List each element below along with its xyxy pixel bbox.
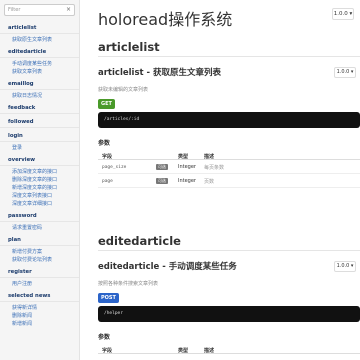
nav-item[interactable]: 删除深度文章的接口: [0, 176, 79, 184]
filter-placeholder: Filter: [8, 7, 21, 13]
col-type: 类型: [178, 348, 189, 354]
section-title-articlelist: articlelist: [98, 40, 160, 54]
field-type: Integer: [178, 164, 196, 170]
nav-group: password 请求重置密码: [0, 210, 79, 232]
clear-icon[interactable]: ×: [66, 5, 71, 15]
nav-item[interactable]: 登录: [0, 144, 79, 152]
nav-item[interactable]: 新增付费方案: [0, 248, 79, 256]
nav-group: login 登录: [0, 130, 79, 152]
nav-group: articlelist 获取原生文章列表: [0, 22, 79, 44]
version-select[interactable]: 1.0.0 ▾: [332, 8, 354, 20]
nav-group: editedarticle 手动调度某些任务 获取文章列表: [0, 46, 79, 76]
nav-item[interactable]: 获得新详情: [0, 304, 79, 312]
api-title: articlelist - 获取原生文章列表: [98, 68, 222, 78]
field-desc: 每页条数: [204, 165, 225, 171]
table-header: 字段 类型 描述: [98, 150, 360, 160]
filter-input[interactable]: Filter ×: [4, 4, 75, 16]
params-table: 字段 类型 描述: [98, 344, 360, 354]
col-desc: 描述: [204, 154, 215, 160]
nav-item[interactable]: 新增深度文章的接口: [0, 184, 79, 192]
nav-item[interactable]: 获取日志情况: [0, 92, 79, 100]
nav-group-feedback[interactable]: feedback: [0, 102, 79, 114]
nav-group: plan 新增付费方案 获取付费论坛列表: [0, 234, 79, 264]
params-label: 参数: [98, 140, 111, 147]
nav-group-followed[interactable]: followed: [0, 116, 79, 128]
nav-item[interactable]: 获取文章列表: [0, 68, 79, 76]
api-description: 获取未编辑的文章列表: [98, 87, 149, 93]
field-name: page: [102, 179, 113, 184]
nav-item[interactable]: 删除新闻: [0, 312, 79, 320]
nav-group-password[interactable]: password: [0, 210, 79, 222]
method-badge: POST: [98, 293, 119, 303]
nav-group-selected-news[interactable]: selected news: [0, 290, 79, 302]
col-type: 类型: [178, 154, 189, 160]
nav-item[interactable]: 深度文章列表接口: [0, 192, 79, 200]
nav-group-plan[interactable]: plan: [0, 234, 79, 246]
col-field: 字段: [102, 154, 113, 160]
field-type: Integer: [178, 178, 196, 184]
nav-group-articlelist[interactable]: articlelist: [0, 22, 79, 34]
nav-item[interactable]: 获取原生文章列表: [0, 36, 79, 44]
api-title: editedarticle - 手动调度某些任务: [98, 262, 237, 272]
nav-group-emaillog[interactable]: emaillog: [0, 78, 79, 90]
divider: [98, 250, 360, 251]
endpoint-url: /articles/:id: [98, 112, 360, 128]
main-content: holoread操作系统 1.0.0 ▾ articlelist article…: [80, 0, 360, 360]
params-table: 字段 类型 描述 page_size 可选 Integer 每页条数 page …: [98, 150, 360, 188]
nav-item[interactable]: 新增新闻: [0, 320, 79, 328]
api-version-select[interactable]: 1.0.0 ▾: [334, 261, 356, 272]
divider: [98, 56, 360, 57]
field-desc: 页数: [204, 179, 215, 185]
nav-group-login[interactable]: login: [0, 130, 79, 142]
nav-item[interactable]: 深度文章详细接口: [0, 200, 79, 208]
nav-group: followed: [0, 116, 79, 128]
nav-group: selected news 获得新详情 删除新闻 新增新闻: [0, 290, 79, 328]
col-field: 字段: [102, 348, 113, 354]
nav-group: emaillog 获取日志情况: [0, 78, 79, 100]
optional-badge: 可选: [156, 178, 168, 184]
nav-group-register[interactable]: register: [0, 266, 79, 278]
section-title-editedarticle: editedarticle: [98, 234, 181, 248]
col-desc: 描述: [204, 348, 215, 354]
nav-group-overview[interactable]: overview: [0, 154, 79, 166]
api-description: 按照各种条件搜索文章列表: [98, 281, 159, 287]
nav-item[interactable]: 手动调度某些任务: [0, 60, 79, 68]
table-header: 字段 类型 描述: [98, 344, 360, 354]
field-name: page_size: [102, 165, 127, 170]
api-version-select[interactable]: 1.0.0 ▾: [334, 67, 356, 78]
method-badge: GET: [98, 99, 115, 109]
page-title: holoread操作系统: [98, 10, 233, 29]
endpoint-url: /helper: [98, 306, 360, 322]
params-label: 参数: [98, 334, 111, 341]
table-row: page_size 可选 Integer 每页条数: [98, 160, 360, 174]
nav-item[interactable]: 用户注册: [0, 280, 79, 288]
nav-group: overview 添加深度文章的接口 删除深度文章的接口 新增深度文章的接口 深度文章列…: [0, 154, 79, 208]
nav-item[interactable]: 获取付费论坛列表: [0, 256, 79, 264]
optional-badge: 可选: [156, 164, 168, 170]
nav-group-editedarticle[interactable]: editedarticle: [0, 46, 79, 58]
nav-group: feedback: [0, 102, 79, 114]
nav-item[interactable]: 请求重置密码: [0, 224, 79, 232]
nav-group: register 用户注册: [0, 266, 79, 288]
table-row: page 可选 Integer 页数: [98, 174, 360, 188]
sidebar: Filter × articlelist 获取原生文章列表 editedarticl…: [0, 0, 80, 360]
nav-item[interactable]: 添加深度文章的接口: [0, 168, 79, 176]
